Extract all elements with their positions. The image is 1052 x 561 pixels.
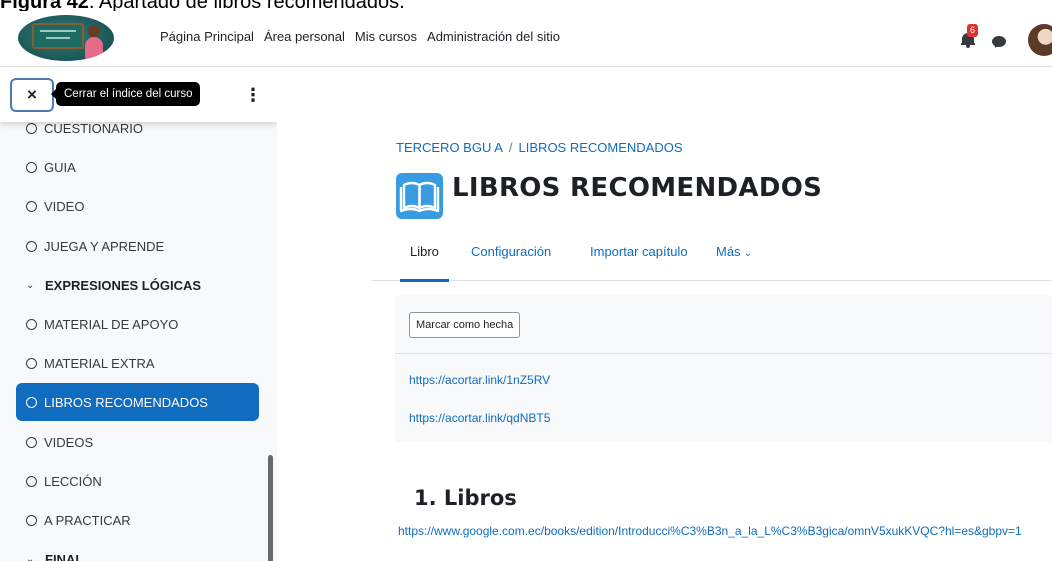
chapter-heading: 1. Libros [414, 486, 517, 510]
completion-circle-icon [26, 436, 37, 448]
course-activity-item[interactable]: VIDEOS [16, 423, 259, 461]
activity-info-panel: Marcar como hecha https://acortar.link/1… [395, 295, 1052, 442]
page-title: LIBROS RECOMENDADOS [452, 173, 823, 203]
nav-site-admin[interactable]: Administración del sitio [427, 29, 560, 44]
completion-circle-icon [26, 396, 37, 408]
breadcrumb-course[interactable]: TERCERO BGU A [396, 140, 503, 155]
course-activity-item[interactable]: GUIA [16, 148, 259, 186]
completion-circle-icon [26, 318, 37, 330]
close-drawer-button[interactable]: × [10, 78, 54, 112]
course-activity-item[interactable]: VIDEO [16, 187, 259, 225]
course-activity-item[interactable]: A PRACTICAR [16, 501, 259, 539]
course-item-label: FINAL [45, 551, 84, 561]
completion-circle-icon [26, 475, 37, 487]
tab-settings[interactable]: Configuración [471, 243, 551, 281]
course-section[interactable]: ⌄ EXPRESIONES LÓGICAS [16, 266, 259, 304]
tab-book[interactable]: Libro [400, 243, 449, 282]
breadcrumb-activity[interactable]: LIBROS RECOMENDADOS [519, 140, 683, 155]
course-activity-item[interactable]: LECCIÓN [16, 462, 259, 500]
breadcrumb-separator: / [508, 140, 513, 155]
close-drawer-tooltip: Cerrar el índice del curso [50, 82, 201, 106]
course-activity-item[interactable]: MATERIAL EXTRA [16, 344, 259, 382]
completion-circle-icon [26, 200, 37, 212]
course-item-label: A PRACTICAR [44, 512, 131, 528]
drawer-scrollbar[interactable] [268, 455, 273, 561]
course-item-label: MATERIAL EXTRA [44, 355, 155, 371]
course-item-label: JUEGA Y APRENDE [44, 238, 165, 254]
course-item-label: CUESTIONARIO [44, 120, 143, 136]
course-item-label: MATERIAL DE APOYO [44, 316, 179, 332]
completion-circle-icon [26, 357, 37, 369]
course-activity-item[interactable]: MATERIAL DE APOYO [16, 305, 259, 343]
book-link[interactable]: https://www.google.com.ec/books/edition/… [398, 523, 1052, 539]
course-item-label: LECCIÓN [44, 473, 102, 489]
chevron-down-icon: ⌄ [743, 248, 752, 259]
divider [395, 353, 1052, 354]
resource-link-2[interactable]: https://acortar.link/qdNBT5 [409, 411, 550, 425]
resource-link-1[interactable]: https://acortar.link/1nZ5RV [409, 373, 550, 387]
course-item-label: VIDEO [44, 198, 85, 214]
chevron-down-icon[interactable]: ⌄ [26, 280, 37, 291]
course-section[interactable]: ⌄ FINAL [16, 540, 259, 561]
completion-circle-icon [26, 514, 37, 526]
mark-as-done-button[interactable]: Marcar como hecha [409, 312, 521, 338]
course-item-label: LIBROS RECOMENDADOS [44, 394, 208, 410]
secondary-navigation-tabs: Libro Configuración Importar capítulo Má… [372, 243, 1052, 282]
completion-circle-icon [26, 161, 37, 173]
completion-circle-icon [26, 240, 37, 252]
nav-dashboard[interactable]: Área personal [264, 29, 345, 44]
more-options-icon[interactable]: ⋮ [244, 85, 262, 105]
notification-count-badge: 6 [967, 24, 978, 37]
chevron-down-icon[interactable]: ⌄ [26, 554, 37, 561]
course-item-label: VIDEOS [44, 434, 94, 450]
chat-icon[interactable] [992, 36, 1006, 47]
site-logo[interactable] [18, 15, 114, 61]
tab-more-label: Más [716, 244, 741, 259]
user-avatar[interactable] [1028, 24, 1052, 56]
course-item-label: GUIA [44, 159, 76, 175]
tab-import-chapter[interactable]: Importar capítulo [590, 243, 688, 281]
drawer-header: × Cerrar el índice del curso ⋮ [0, 67, 277, 122]
top-navbar: Página Principal Área personal Mis curso… [0, 11, 1052, 67]
completion-circle-icon [26, 122, 37, 134]
nav-my-courses[interactable]: Mis cursos [355, 29, 417, 44]
course-item-label: EXPRESIONES LÓGICAS [45, 277, 202, 293]
tab-more[interactable]: Más ⌄ [716, 243, 752, 281]
course-activity-item[interactable]: JUEGA Y APRENDE [16, 227, 259, 265]
course-index-drawer: × Cerrar el índice del curso ⋮ CUESTIONA… [0, 67, 277, 561]
breadcrumb: TERCERO BGU A / LIBROS RECOMENDADOS [396, 140, 683, 155]
course-activity-item[interactable]: LIBROS RECOMENDADOS [16, 383, 259, 421]
book-icon [396, 173, 443, 219]
primary-navigation: Página Principal Área personal Mis curso… [160, 29, 570, 44]
nav-home[interactable]: Página Principal [160, 29, 254, 44]
